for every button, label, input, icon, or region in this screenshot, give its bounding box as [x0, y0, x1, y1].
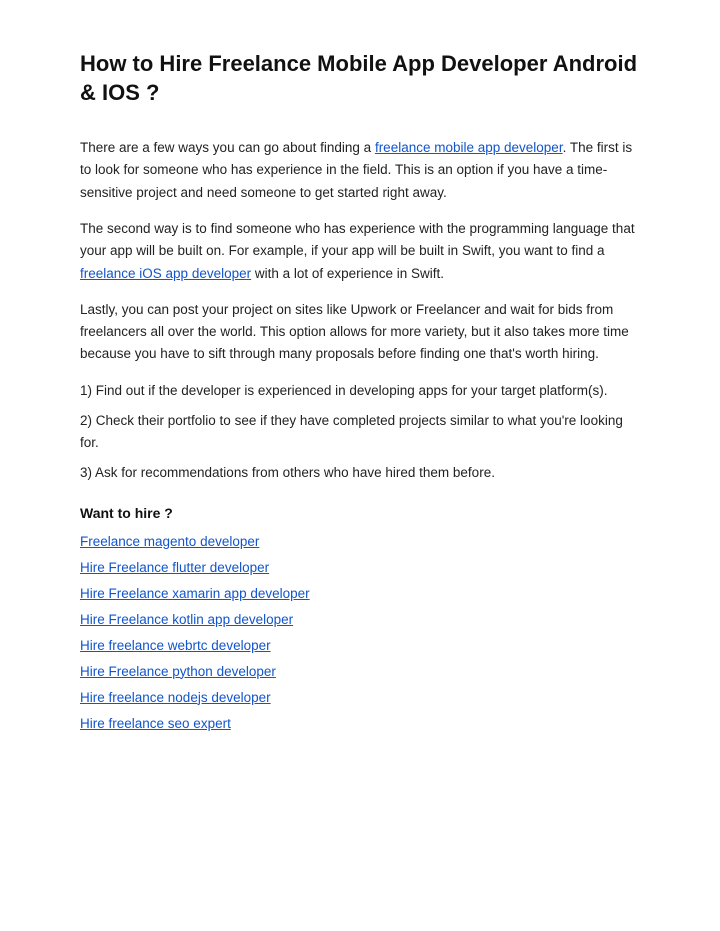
- link-hire-freelance-nodejs-developer[interactable]: Hire freelance nodejs developer: [80, 690, 271, 705]
- paragraph-3: Lastly, you can post your project on sit…: [80, 299, 640, 366]
- list-item: Hire Freelance kotlin app developer: [80, 611, 640, 627]
- page-title: How to Hire Freelance Mobile App Develop…: [80, 50, 640, 107]
- link-hire-freelance-webrtc-developer[interactable]: Hire freelance webrtc developer: [80, 638, 271, 653]
- content-body: There are a few ways you can go about fi…: [80, 137, 640, 730]
- list-item-2: 2) Check their portfolio to see if they …: [80, 410, 640, 455]
- link-hire-freelance-xamarin-app-developer[interactable]: Hire Freelance xamarin app developer: [80, 586, 310, 601]
- list-item-3: 3) Ask for recommendations from others w…: [80, 462, 640, 484]
- paragraph-1: There are a few ways you can go about fi…: [80, 137, 640, 204]
- link-hire-freelance-python-developer[interactable]: Hire Freelance python developer: [80, 664, 276, 679]
- p2-text-before: The second way is to find someone who ha…: [80, 221, 635, 258]
- freelance-mobile-app-developer-link[interactable]: freelance mobile app developer: [375, 140, 563, 155]
- link-hire-freelance-flutter-developer[interactable]: Hire Freelance flutter developer: [80, 560, 269, 575]
- list-item: Hire Freelance python developer: [80, 663, 640, 679]
- resource-link-list: Freelance magento developer Hire Freelan…: [80, 533, 640, 731]
- list-item: Freelance magento developer: [80, 533, 640, 549]
- list-item: Hire freelance seo expert: [80, 715, 640, 731]
- link-hire-freelance-kotlin-app-developer[interactable]: Hire Freelance kotlin app developer: [80, 612, 293, 627]
- link-freelance-magento-developer[interactable]: Freelance magento developer: [80, 534, 259, 549]
- paragraph-2: The second way is to find someone who ha…: [80, 218, 640, 285]
- p1-text-before: There are a few ways you can go about fi…: [80, 140, 375, 155]
- list-item-1: 1) Find out if the developer is experien…: [80, 380, 640, 402]
- freelance-ios-app-developer-link[interactable]: freelance iOS app developer: [80, 266, 251, 281]
- list-item: Hire Freelance xamarin app developer: [80, 585, 640, 601]
- p2-text-after: with a lot of experience in Swift.: [251, 266, 444, 281]
- page-container: How to Hire Freelance Mobile App Develop…: [0, 0, 720, 931]
- list-item: Hire freelance webrtc developer: [80, 637, 640, 653]
- list-item: Hire Freelance flutter developer: [80, 559, 640, 575]
- want-to-hire-heading: Want to hire ?: [80, 505, 640, 521]
- list-item: Hire freelance nodejs developer: [80, 689, 640, 705]
- link-hire-freelance-seo-expert[interactable]: Hire freelance seo expert: [80, 716, 231, 731]
